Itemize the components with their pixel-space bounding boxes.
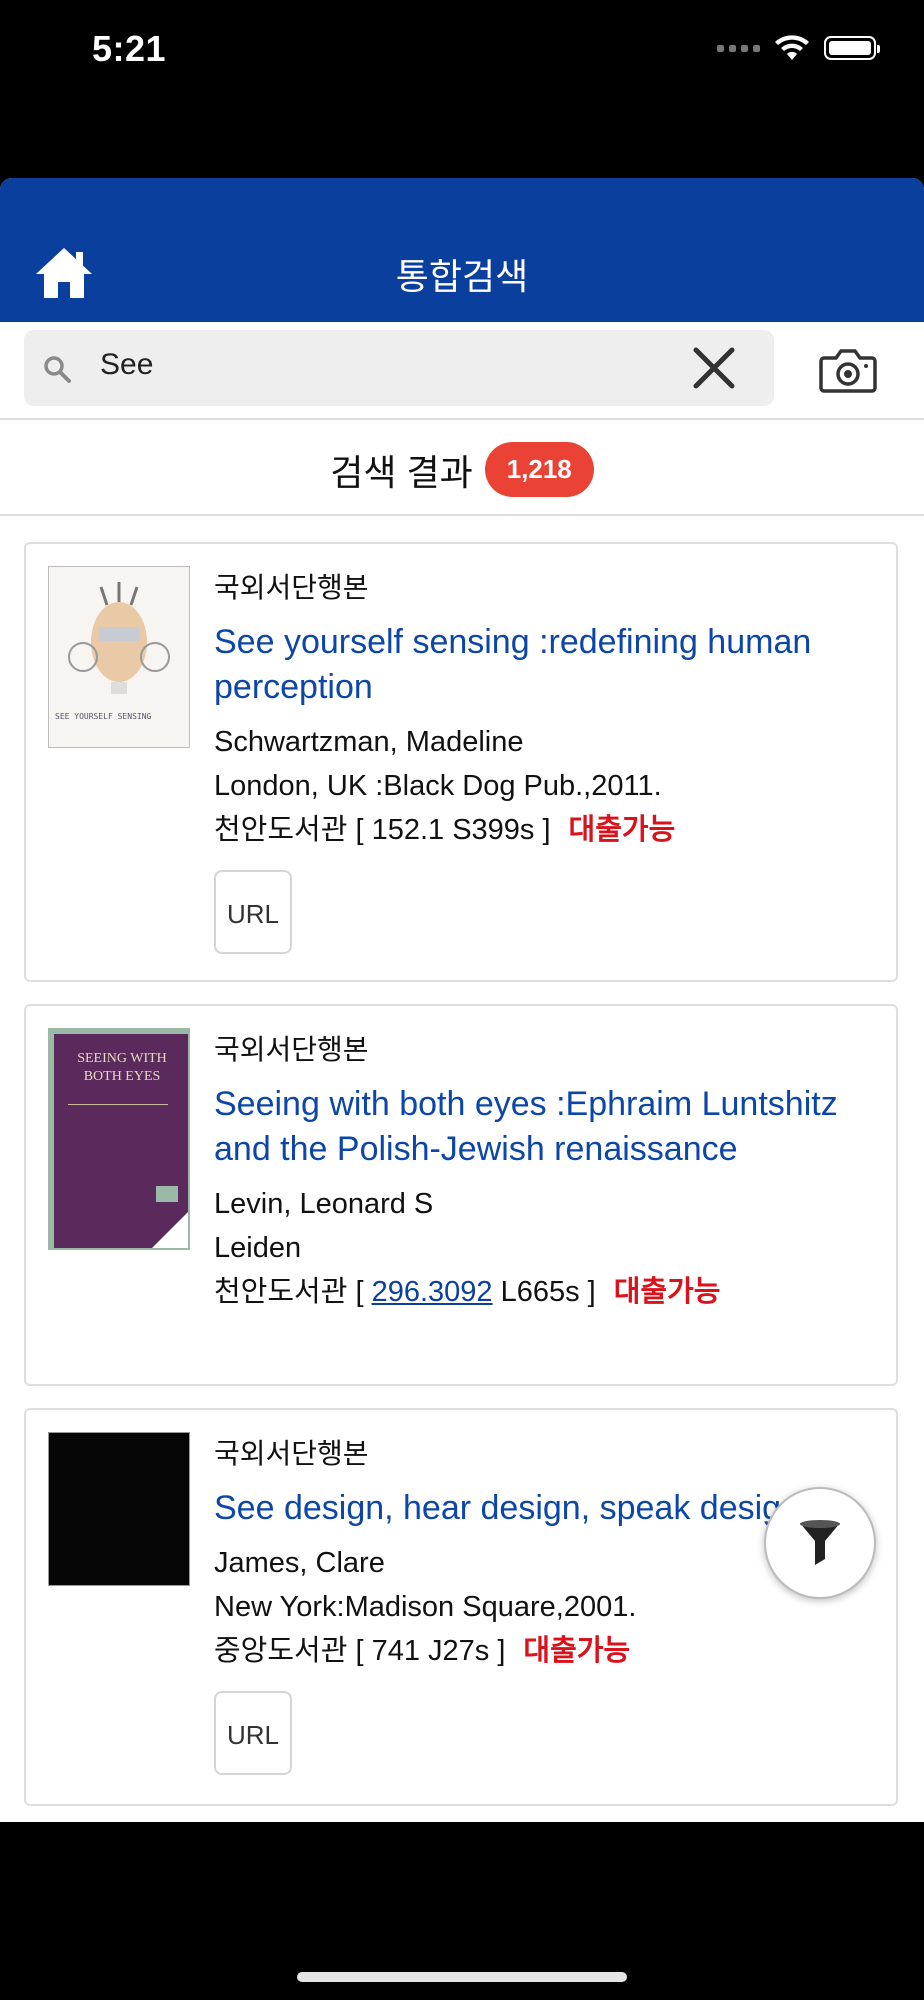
url-button[interactable]: URL	[214, 870, 292, 954]
filter-icon	[800, 1520, 840, 1565]
search-icon	[44, 356, 71, 383]
search-row: See	[0, 322, 924, 420]
item-title-link[interactable]: See yourself sensing :redefining human p…	[214, 620, 878, 710]
item-publisher: Leiden	[214, 1232, 302, 1264]
search-input[interactable]: See	[24, 330, 774, 406]
availability-status: 대출가능	[613, 1276, 721, 1308]
item-publisher: London, UK :Black Dog Pub.,2011.	[214, 770, 662, 802]
book-cover	[48, 1432, 190, 1586]
result-card[interactable]: SEEING WITH BOTH EYES 국외서단행본 Seeing with…	[24, 1004, 898, 1386]
search-query[interactable]: See	[100, 348, 153, 382]
item-library: 천안도서관 [	[214, 1276, 364, 1308]
availability-status: 대출가능	[568, 814, 676, 846]
status-time: 5:21	[92, 28, 167, 69]
item-type: 국외서단행본	[214, 572, 369, 603]
item-title-link[interactable]: Seeing with both eyes :Ephraim Luntshitz…	[214, 1082, 878, 1172]
url-button[interactable]: URL	[214, 1691, 292, 1775]
cover-title: SEEING WITH BOTH EYES	[77, 1051, 167, 1084]
filter-button[interactable]	[764, 1487, 876, 1599]
item-location: 천안도서관 [ 152.1 S399s ] 대출가능	[214, 808, 878, 852]
status-icons	[717, 34, 880, 62]
camera-icon[interactable]	[818, 346, 878, 394]
item-location: 천안도서관 [ 296.3092 L665s ] 대출가능	[214, 1270, 878, 1314]
item-call-number: 천안도서관 [ 152.1 S399s ]	[214, 814, 551, 846]
battery-icon	[824, 36, 880, 60]
item-publisher: New York:Madison Square,2001.	[214, 1591, 637, 1623]
status-bar: 5:21	[0, 0, 924, 100]
result-summary: 검색 결과 1,218	[0, 420, 924, 516]
item-author: Levin, Leonard S	[214, 1188, 434, 1220]
item-call-suffix: L665s ]	[500, 1276, 596, 1308]
book-cover: SEEING WITH BOTH EYES	[48, 1028, 190, 1250]
availability-status: 대출가능	[523, 1635, 631, 1667]
cover-title: SEE YOURSELF SENSING	[55, 712, 152, 721]
page-curl-icon	[152, 1212, 188, 1248]
cover-tag	[156, 1186, 178, 1202]
cover-subtitle-block	[68, 1104, 168, 1141]
item-type: 국외서단행본	[214, 1034, 369, 1065]
result-count-badge: 1,218	[484, 442, 594, 497]
item-type: 국외서단행본	[214, 1438, 369, 1469]
item-author: Schwartzman, Madeline	[214, 726, 524, 758]
result-label: 검색 결과	[330, 451, 473, 493]
call-number-link[interactable]: 296.3092	[372, 1276, 493, 1308]
wifi-icon	[775, 35, 809, 60]
result-card[interactable]: 국외서단행본 See design, hear design, speak de…	[24, 1408, 898, 1806]
home-indicator	[297, 1972, 627, 1982]
signal-icon	[717, 44, 760, 52]
item-call-number: 중앙도서관 [ 741 J27s ]	[214, 1635, 506, 1667]
header: 통합검색	[0, 178, 924, 322]
item-location: 중앙도서관 [ 741 J27s ] 대출가능	[214, 1629, 878, 1673]
book-cover: SEE YOURSELF SENSING	[48, 566, 190, 748]
result-card[interactable]: SEE YOURSELF SENSING 국외서단행본 See yourself…	[24, 542, 898, 982]
close-icon[interactable]	[690, 344, 738, 392]
page-title: 통합검색	[395, 256, 529, 297]
